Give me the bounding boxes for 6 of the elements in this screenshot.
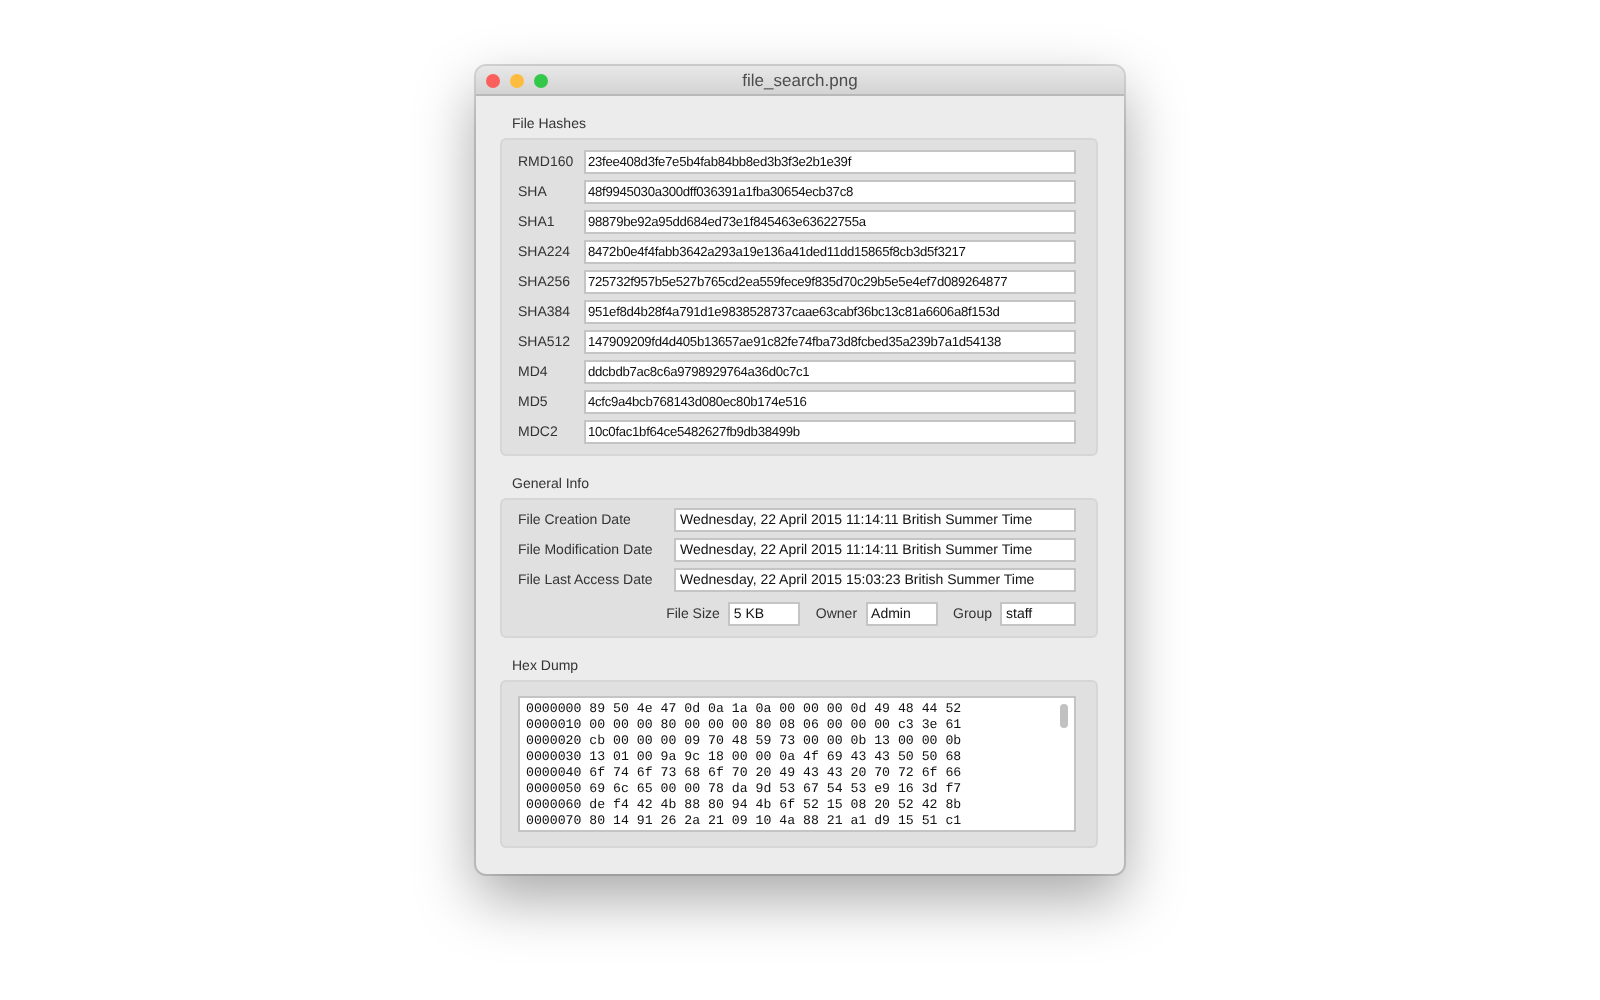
scrollbar-thumb[interactable]: [1060, 704, 1068, 728]
close-button[interactable]: [486, 73, 500, 87]
hex-dump-area[interactable]: [518, 696, 1076, 832]
minimize-button[interactable]: [510, 73, 524, 87]
zoom-button[interactable]: [534, 73, 548, 87]
window-title: file_search.png: [742, 70, 858, 90]
